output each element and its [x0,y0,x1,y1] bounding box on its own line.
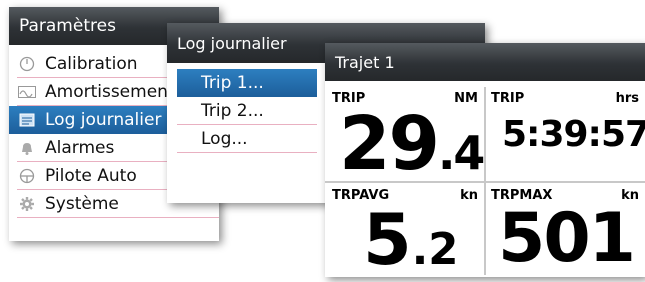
menu-item-label: Amortissement [45,81,175,102]
trip-time-value: 5:39:57 [502,114,645,155]
trip-distance-unit: NM [454,91,478,106]
gear-icon [17,196,37,212]
trip-distance-value: 29.4 [339,107,485,181]
trip-distance-value-frac: .4 [437,126,485,180]
trip-title: Trajet 1 [325,43,645,81]
bell-icon [17,140,37,156]
trip-time-cell: TRIP hrs 5:39:57 [486,81,645,181]
trip-avg-unit: kn [460,188,478,203]
menu-item-label: Log journalier [45,109,162,130]
menu-item-log[interactable]: Log... [177,125,317,153]
trip-avg-cell: TRPAVG kn 5.2 [325,183,484,277]
trip-max-cell: TRPMAX kn 501 [486,183,645,277]
trip-time-unit: hrs [615,91,639,106]
trip-distance-cell: TRIP NM 29.4 [325,81,485,181]
gauge-icon [17,56,37,72]
trip-max-value: 501 [498,199,636,278]
menu-item-trip-2[interactable]: Trip 2... [177,97,317,125]
trip-avg-value-main: 5 [363,199,412,281]
menu-item-label: Système [45,193,119,214]
steering-wheel-icon [17,168,37,184]
trip-data-grid: TRIP NM 29.4 TRIP hrs 5:39:57 TRPAVG kn … [325,81,645,277]
trip-avg-value: 5.2 [363,205,458,275]
menu-item-label: Calibration [45,53,138,74]
damping-wave-icon [17,84,37,100]
log-book-icon [17,112,37,128]
trip-panel: Trajet 1 TRIP NM 29.4 TRIP hrs 5:39:57 T… [325,43,645,277]
menu-item-trip-1[interactable]: Trip 1... [177,69,317,97]
trip-distance-value-main: 29 [339,101,440,187]
menu-item-label: Alarmes [45,137,115,158]
trip-time-label: TRIP [491,91,525,106]
menu-item-label: Pilote Auto [45,165,137,186]
trip-avg-value-frac: .2 [411,225,459,275]
